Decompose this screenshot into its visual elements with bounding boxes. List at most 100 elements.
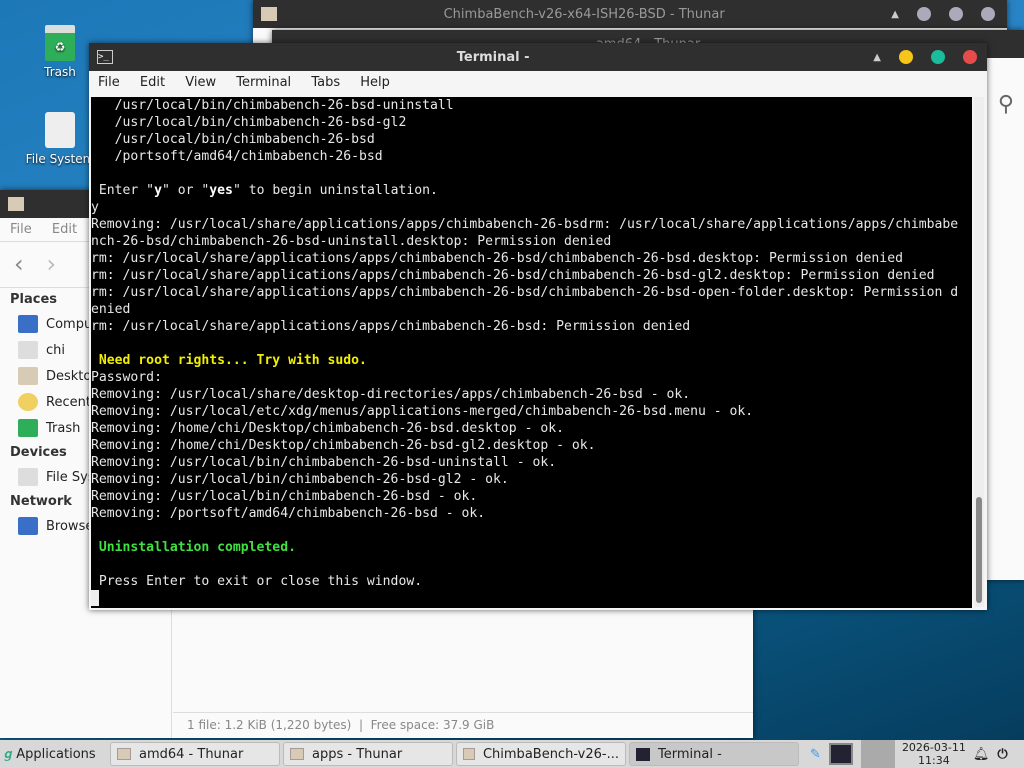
- terminal-line: /portsoft/amd64/chimbabench-26-bsd: [91, 148, 972, 165]
- terminal-text: rm: /usr/local/share/applications/apps/c…: [91, 268, 935, 283]
- terminal-text: rm: /usr/local/share/applications/apps/c…: [91, 251, 903, 266]
- folder-icon: [117, 748, 131, 760]
- minimize-button[interactable]: [917, 7, 931, 21]
- terminal-line: rm: /usr/local/share/applications/apps/c…: [91, 267, 972, 284]
- terminal-text: Removing: /usr/local/share/desktop-direc…: [91, 387, 691, 402]
- desktop-folder-icon: [18, 367, 38, 385]
- terminal-text: nch-26-bsd/chimbabench-26-bsd-uninstall.…: [91, 234, 612, 249]
- terminal-text: Uninstallation completed.: [91, 540, 296, 555]
- terminal-line: nch-26-bsd/chimbabench-26-bsd-uninstall.…: [91, 233, 972, 250]
- terminal-text: Removing: /usr/local/share/applications/…: [91, 217, 959, 232]
- terminal-text: rm: /usr/local/share/applications/apps/c…: [91, 285, 959, 300]
- close-button[interactable]: [981, 7, 995, 21]
- minimize-button[interactable]: [899, 50, 913, 64]
- menu-file[interactable]: File: [10, 222, 32, 237]
- terminal-line: Removing: /usr/local/bin/chimbabench-26-…: [91, 471, 972, 488]
- titlebar[interactable]: >_ Terminal - ▲: [89, 43, 987, 71]
- terminal-output[interactable]: /usr/local/bin/chimbabench-26-bsd-uninst…: [91, 97, 972, 608]
- menu-edit[interactable]: Edit: [52, 222, 77, 237]
- terminal-text: Password:: [91, 370, 162, 385]
- terminal-line: /usr/local/bin/chimbabench-26-bsd-uninst…: [91, 97, 972, 114]
- terminal-text: y: [154, 183, 162, 198]
- power-icon[interactable]: ⏻: [997, 747, 1007, 762]
- terminal-line: Password:: [91, 369, 972, 386]
- desktop-icon-trash[interactable]: ♻ Trash: [20, 25, 100, 79]
- notification-bell-icon[interactable]: 🔔︎: [973, 747, 990, 762]
- terminal-text: Removing: /usr/local/bin/chimbabench-26-…: [91, 472, 509, 487]
- applications-icon: 𝒈: [4, 746, 13, 762]
- maximize-button[interactable]: [949, 7, 963, 21]
- titlebar[interactable]: ChimbaBench-v26-x64-ISH26-BSD - Thunar ▲: [253, 0, 1007, 28]
- folder-icon: [290, 748, 304, 760]
- pen-icon[interactable]: ✎: [810, 747, 821, 762]
- folder-icon: [8, 197, 24, 211]
- terminal-text: rm: /usr/local/share/applications/apps/c…: [91, 319, 691, 334]
- task-chimbabench-thunar[interactable]: ChimbaBench-v26-...: [456, 742, 626, 766]
- terminal-line: Enter "y" or "yes" to begin uninstallati…: [91, 182, 972, 199]
- trash-icon: ♻: [45, 25, 75, 61]
- terminal-line: enied: [91, 301, 972, 318]
- workspace-switcher[interactable]: [860, 740, 895, 768]
- menubar: File Edit View Terminal Tabs Help: [89, 71, 987, 97]
- terminal-line: rm: /usr/local/share/applications/apps/c…: [91, 318, 972, 335]
- terminal-line: Press Enter to exit or close this window…: [91, 573, 972, 590]
- folder-icon: [261, 7, 277, 21]
- terminal-text: Removing: /home/chi/Desktop/chimbabench-…: [91, 421, 564, 436]
- trash-icon: [18, 419, 38, 437]
- terminal-text: Removing: /portsoft/amd64/chimbabench-26…: [91, 506, 486, 521]
- network-icon: [18, 517, 38, 535]
- back-icon[interactable]: ‹: [14, 250, 24, 278]
- terminal-text: y: [91, 200, 99, 215]
- menu-help[interactable]: Help: [360, 75, 390, 90]
- task-apps-thunar[interactable]: apps - Thunar: [283, 742, 453, 766]
- terminal-line: Uninstallation completed.: [91, 539, 972, 556]
- terminal-text: Enter ": [91, 183, 155, 198]
- shade-icon[interactable]: ▲: [873, 52, 881, 63]
- terminal-line: Removing: /usr/local/etc/xdg/menus/appli…: [91, 403, 972, 420]
- scrollbar-thumb[interactable]: [976, 497, 982, 603]
- scrollbar[interactable]: [974, 97, 984, 607]
- menu-edit[interactable]: Edit: [140, 75, 165, 90]
- terminal-text: Press Enter to exit or close this window…: [91, 574, 423, 589]
- menu-file[interactable]: File: [98, 75, 120, 90]
- drive-icon: [18, 468, 38, 486]
- terminal-launcher-icon[interactable]: [828, 743, 853, 765]
- terminal-text: /usr/local/bin/chimbabench-26-bsd: [91, 132, 375, 147]
- menu-tabs[interactable]: Tabs: [311, 75, 340, 90]
- maximize-button[interactable]: [931, 50, 945, 64]
- terminal-text: Removing: /home/chi/Desktop/chimbabench-…: [91, 438, 596, 453]
- terminal-text: Need root rights... Try with sudo.: [91, 353, 367, 368]
- terminal-line: Removing: /home/chi/Desktop/chimbabench-…: [91, 437, 972, 454]
- applications-menu[interactable]: 𝒈 Applications: [0, 747, 110, 762]
- terminal-line: y: [91, 199, 972, 216]
- task-terminal[interactable]: Terminal -: [629, 742, 799, 766]
- task-amd64-thunar[interactable]: amd64 - Thunar: [110, 742, 280, 766]
- menu-view[interactable]: View: [185, 75, 216, 90]
- terminal-line: /usr/local/bin/chimbabench-26-bsd: [91, 131, 972, 148]
- terminal-text: Removing: /usr/local/etc/xdg/menus/appli…: [91, 404, 754, 419]
- menu-terminal[interactable]: Terminal: [236, 75, 291, 90]
- terminal-line: Removing: /usr/local/share/applications/…: [91, 216, 972, 233]
- computer-icon: [18, 315, 38, 333]
- terminal-line: Removing: /home/chi/Desktop/chimbabench-…: [91, 420, 972, 437]
- terminal-line: /usr/local/bin/chimbabench-26-bsd-gl2: [91, 114, 972, 131]
- forward-icon[interactable]: ›: [47, 250, 57, 278]
- terminal-text: /portsoft/amd64/chimbabench-26-bsd: [91, 149, 383, 164]
- terminal-line: Removing: /usr/local/bin/chimbabench-26-…: [91, 488, 972, 505]
- clock[interactable]: 2026-03-11 11:34: [899, 741, 969, 767]
- terminal-line: Removing: /portsoft/amd64/chimbabench-26…: [91, 505, 972, 522]
- terminal-text: /usr/local/bin/chimbabench-26-bsd-uninst…: [91, 98, 454, 113]
- terminal-text: enied: [91, 302, 131, 317]
- terminal-cursor: [91, 590, 99, 606]
- close-button[interactable]: [963, 50, 977, 64]
- terminal-text: " to begin uninstallation.: [232, 183, 438, 198]
- terminal-line: rm: /usr/local/share/applications/apps/c…: [91, 284, 972, 301]
- desktop-icon-filesystem[interactable]: File System: [20, 112, 100, 166]
- folder-icon: [463, 748, 475, 760]
- search-icon[interactable]: ⚲: [998, 92, 1014, 117]
- terminal-text: Removing: /usr/local/bin/chimbabench-26-…: [91, 455, 557, 470]
